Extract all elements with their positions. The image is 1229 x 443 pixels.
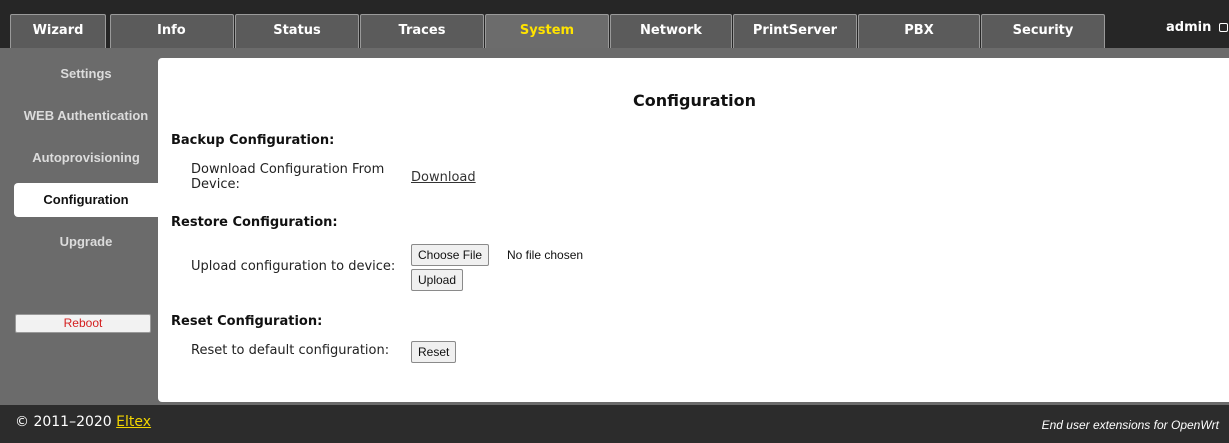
download-link[interactable]: Download xyxy=(411,170,476,185)
sidebar-item-web-authentication[interactable]: WEB Authentication xyxy=(14,99,158,133)
download-config-label: Download Configuration From Device: xyxy=(191,162,384,192)
choose-file-button[interactable]: Choose File xyxy=(411,244,490,266)
reset-button[interactable]: Reset xyxy=(411,341,457,363)
sidebar-item-upgrade[interactable]: Upgrade xyxy=(14,225,158,259)
tab-status[interactable]: Status xyxy=(235,14,359,48)
sidebar-item-autoprovisioning[interactable]: Autoprovisioning xyxy=(14,141,158,175)
content-area: Settings WEB Authentication Autoprovisio… xyxy=(0,48,1229,405)
app-window: Wizard Info Status Traces System Network… xyxy=(0,0,1229,443)
footer-tagline: End user extensions for OpenWrt xyxy=(1041,418,1219,432)
tab-security[interactable]: Security xyxy=(981,14,1105,48)
reset-heading: Reset Configuration: xyxy=(171,314,323,329)
upload-button[interactable]: Upload xyxy=(411,269,464,291)
reboot-button[interactable]: Reboot xyxy=(15,314,151,333)
copyright: © 2011–2020 Eltex xyxy=(15,414,151,430)
sidebar-item-configuration[interactable]: Configuration xyxy=(14,183,158,217)
download-config-label-line1: Download Configuration From xyxy=(191,162,385,177)
tab-network[interactable]: Network xyxy=(610,14,732,48)
username: admin xyxy=(1166,20,1212,35)
copyright-text: © 2011–2020 xyxy=(15,414,112,430)
tab-printserver[interactable]: PrintServer xyxy=(733,14,857,48)
sidebar-item-settings[interactable]: Settings xyxy=(14,57,158,91)
tab-wizard[interactable]: Wizard xyxy=(10,14,106,48)
download-config-label-line2: Device: xyxy=(191,177,240,192)
tab-system[interactable]: System xyxy=(485,14,609,48)
logout-icon[interactable] xyxy=(1218,23,1228,32)
eltex-link[interactable]: Eltex xyxy=(116,414,151,430)
file-status-text: No file chosen xyxy=(507,248,584,262)
footer: © 2011–2020 Eltex End user extensions fo… xyxy=(0,405,1229,443)
tab-traces[interactable]: Traces xyxy=(360,14,484,48)
main-panel: Configuration Backup Configuration: Down… xyxy=(158,58,1229,402)
tab-info[interactable]: Info xyxy=(110,14,234,48)
backup-heading: Backup Configuration: xyxy=(171,133,335,148)
sidebar: Settings WEB Authentication Autoprovisio… xyxy=(0,48,158,405)
reset-config-label: Reset to default configuration: xyxy=(191,343,390,358)
top-nav: Wizard Info Status Traces System Network… xyxy=(0,0,1229,48)
tab-pbx[interactable]: PBX xyxy=(858,14,980,48)
upload-config-label: Upload configuration to device: xyxy=(191,259,396,274)
restore-heading: Restore Configuration: xyxy=(171,215,338,230)
page-title: Configuration xyxy=(633,91,757,110)
user-menu[interactable]: admin xyxy=(1166,14,1229,48)
